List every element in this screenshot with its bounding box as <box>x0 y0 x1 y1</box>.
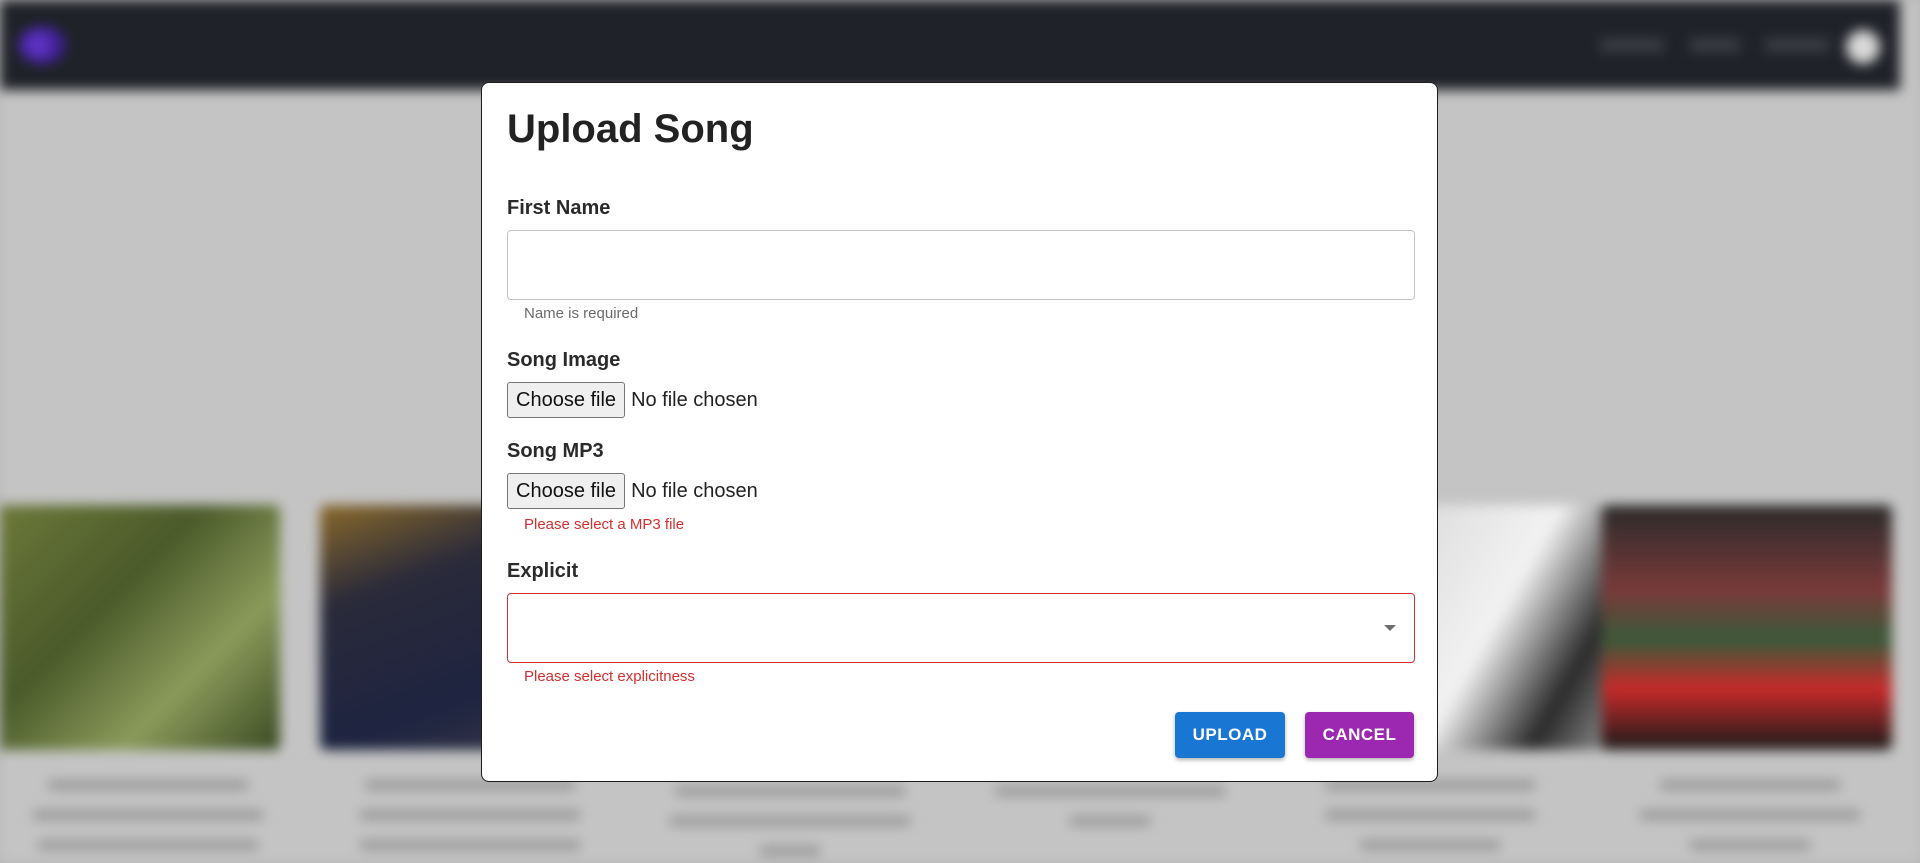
first-name-input[interactable] <box>507 230 1415 300</box>
song-card-title-placeholder <box>980 770 1240 860</box>
avatar <box>1846 30 1880 64</box>
first-name-label: First Name <box>507 197 611 219</box>
upload-song-dialog: Upload Song First Name Name is required … <box>481 82 1438 782</box>
song-card-title-placeholder <box>1620 770 1880 860</box>
first-name-helper-text: Name is required <box>524 305 639 322</box>
nav-link <box>1690 38 1740 52</box>
dialog-title: Upload Song <box>507 107 754 151</box>
explicit-select[interactable] <box>507 593 1415 663</box>
app-logo-icon <box>18 26 68 64</box>
song-mp3-label: Song MP3 <box>507 440 604 462</box>
nav-link <box>1765 38 1829 52</box>
song-card-title-placeholder <box>18 770 278 860</box>
explicit-error-text: Please select explicitness <box>524 668 695 685</box>
song-mp3-file-status: No file chosen <box>631 479 758 502</box>
explicit-label: Explicit <box>507 560 579 582</box>
chevron-down-icon <box>1384 625 1396 631</box>
song-card-image <box>1602 505 1892 750</box>
song-image-file-input: Choose file No file chosen <box>507 382 758 418</box>
song-mp3-file-input: Choose file No file chosen <box>507 473 758 509</box>
cancel-button[interactable]: CANCEL <box>1305 712 1414 758</box>
song-card-image <box>0 505 280 750</box>
song-mp3-error-text: Please select a MP3 file <box>524 516 685 533</box>
song-mp3-choose-file-button[interactable]: Choose file <box>507 473 626 509</box>
navbar <box>0 0 1900 90</box>
song-image-label: Song Image <box>507 349 621 371</box>
song-card-title-placeholder <box>340 770 600 860</box>
song-card-title-placeholder <box>1300 770 1560 860</box>
nav-link <box>1600 38 1664 52</box>
song-card-title-placeholder <box>660 770 920 860</box>
song-image-file-status: No file chosen <box>631 388 758 411</box>
song-image-choose-file-button[interactable]: Choose file <box>507 382 626 418</box>
upload-button[interactable]: UPLOAD <box>1175 712 1285 758</box>
